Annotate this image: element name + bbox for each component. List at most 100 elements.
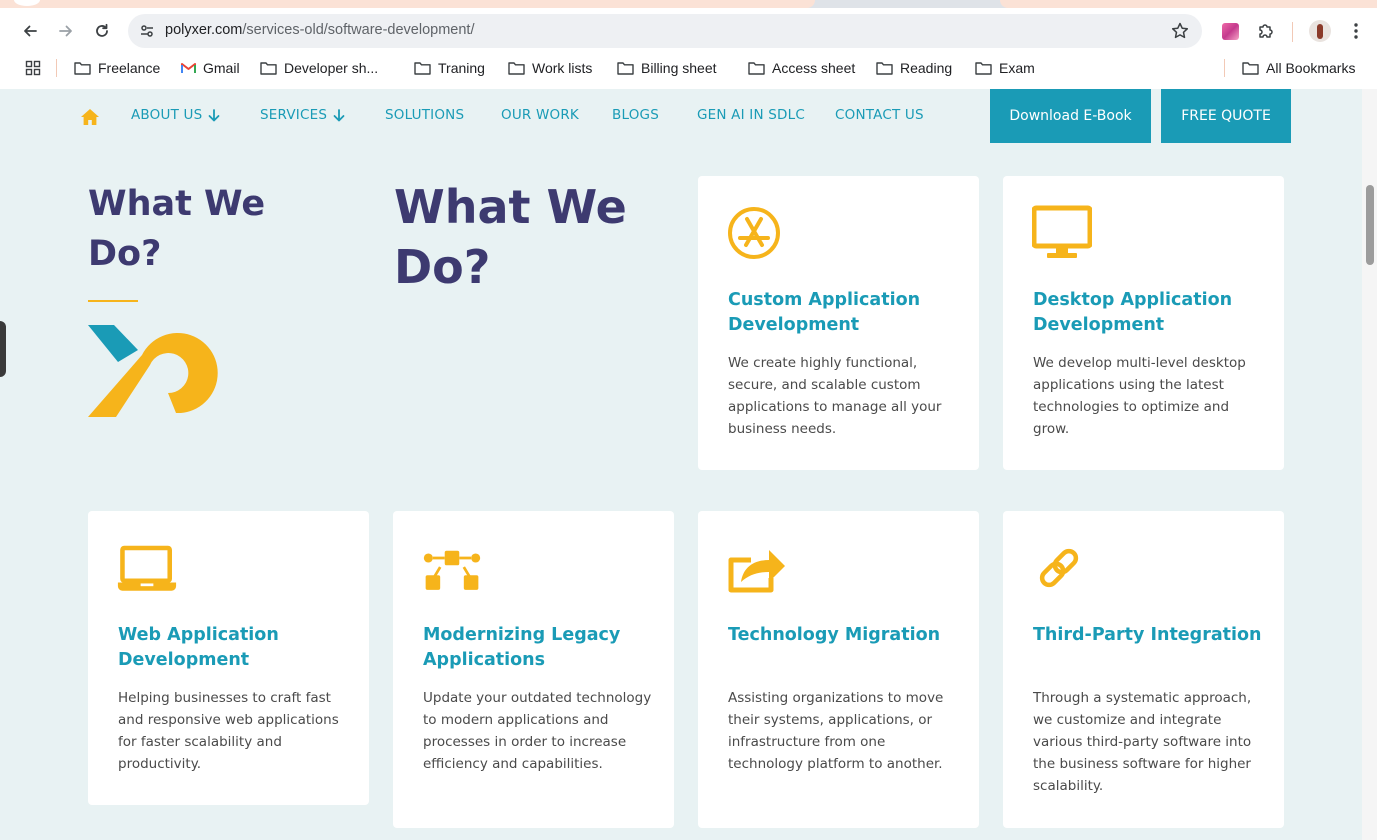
tab-strip: [0, 0, 1377, 8]
nav-label: BLOGS: [612, 107, 659, 123]
all-bookmarks-button[interactable]: All Bookmarks: [1242, 58, 1355, 78]
bookmark-traning[interactable]: Traning: [414, 58, 485, 78]
desktop-monitor-icon: [1032, 205, 1092, 258]
nav-solutions[interactable]: SOLUTIONS: [385, 107, 464, 123]
folder-icon: [876, 62, 893, 75]
nav-gen-ai-in-sdlc[interactable]: GEN AI IN SDLC: [697, 107, 805, 123]
bookmarks-separator: [56, 59, 57, 77]
bookmark-label: Developer sh...: [284, 60, 379, 76]
card-title: Technology Migration: [728, 625, 941, 645]
bookmark-gmail[interactable]: Gmail: [181, 58, 240, 78]
nav-label: GEN AI IN SDLC: [697, 107, 805, 123]
home-icon[interactable]: [80, 108, 100, 126]
bookmark-label: Work lists: [532, 60, 593, 76]
polyxer-logo: [88, 325, 218, 417]
nav-about-us[interactable]: ABOUT US: [131, 107, 220, 123]
scrollbar-thumb[interactable]: [1366, 185, 1374, 265]
card-title: Web Application Development: [118, 625, 279, 670]
folder-icon: [748, 62, 765, 75]
card-description: We create highly functional, secure, and…: [728, 355, 942, 437]
nav-label: SOLUTIONS: [385, 107, 465, 123]
bookmark-freelance[interactable]: Freelance: [74, 58, 160, 78]
site-info-button[interactable]: [135, 19, 159, 43]
main-heading: What We Do?: [394, 180, 627, 294]
bookmark-billing-sheet[interactable]: Billing sheet: [617, 58, 717, 78]
bookmark-reading[interactable]: Reading: [876, 58, 952, 78]
all-bookmarks-label: All Bookmarks: [1266, 60, 1356, 76]
chrome-menu-button[interactable]: [1343, 18, 1369, 44]
bookmark-star-button[interactable]: [1170, 21, 1190, 41]
browser-toolbar: polyxer.com/services-old/software-develo…: [0, 8, 1377, 54]
avatar: [1309, 20, 1331, 42]
bookmark-access-sheet[interactable]: Access sheet: [748, 58, 855, 78]
web-page: ABOUT US SERVICES SOLUTIONS OUR WORK BLO…: [8, 89, 1362, 840]
vector-nodes-icon: [423, 550, 481, 590]
service-card-desktop-application[interactable]: Desktop Application Development We devel…: [1003, 176, 1284, 470]
reload-button[interactable]: [89, 18, 115, 44]
folder-icon: [414, 62, 431, 75]
page-scrollbar[interactable]: [1362, 89, 1377, 840]
bookmark-label: Traning: [438, 60, 485, 76]
bookmark-label: Gmail: [203, 60, 240, 76]
apps-grid-icon: [25, 60, 41, 76]
profile-avatar-button[interactable]: [1307, 18, 1333, 44]
bookmarks-bar: Freelance Gmail Developer sh... Traning …: [0, 54, 1377, 82]
back-button[interactable]: [17, 18, 43, 44]
window-left-edge: [0, 89, 8, 840]
card-description: We develop multi-level desktop applicati…: [1033, 355, 1246, 437]
bookmarks-separator: [1224, 59, 1225, 77]
free-quote-button[interactable]: FREE QUOTE: [1161, 89, 1291, 143]
card-title: Third-Party Integration: [1033, 625, 1262, 645]
apps-button[interactable]: [25, 58, 41, 78]
arrow-down-icon: [333, 108, 345, 121]
extensions-menu-button[interactable]: [1253, 18, 1279, 44]
url-path: /services-old/software-development/: [242, 22, 475, 38]
bookmark-exam[interactable]: Exam: [975, 58, 1035, 78]
service-card-third-party-integration[interactable]: Third-Party Integration Through a system…: [1003, 511, 1284, 828]
link-icon: [1039, 548, 1079, 588]
service-card-web-application[interactable]: Web Application Development Helping busi…: [88, 511, 369, 805]
card-description: Through a systematic approach, we custom…: [1033, 690, 1252, 794]
bookmark-work-lists[interactable]: Work lists: [508, 58, 592, 78]
card-description: Update your outdated technology to moder…: [423, 690, 652, 772]
bookmark-label: Exam: [999, 60, 1035, 76]
active-tab-edge[interactable]: [0, 0, 815, 8]
nav-label: ABOUT US: [131, 107, 203, 123]
side-heading: What We Do?: [88, 184, 266, 274]
extension-button[interactable]: [1217, 18, 1243, 44]
puzzle-icon: [1259, 24, 1273, 38]
toolbar-separator: [1292, 22, 1293, 42]
bookmark-label: Freelance: [98, 60, 161, 76]
gmail-icon: [181, 63, 196, 73]
reload-icon: [96, 23, 108, 37]
heading-underline: [88, 300, 138, 302]
app-store-icon: [728, 207, 780, 259]
card-title: Custom Application Development: [728, 290, 921, 335]
nav-blogs[interactable]: BLOGS: [612, 107, 659, 123]
folder-icon: [508, 62, 525, 75]
card-description: Assisting organizations to move their sy…: [728, 690, 944, 772]
service-card-modernizing-legacy[interactable]: Modernizing Legacy Applications Update y…: [393, 511, 674, 828]
address-bar[interactable]: polyxer.com/services-old/software-develo…: [128, 14, 1202, 48]
side-panel-handle[interactable]: [0, 321, 6, 377]
folder-icon: [1242, 62, 1259, 75]
laptop-icon: [117, 545, 177, 591]
url-text[interactable]: polyxer.com/services-old/software-develo…: [165, 22, 474, 38]
nav-label: OUR WORK: [501, 107, 579, 123]
nav-services[interactable]: SERVICES: [260, 107, 345, 123]
bookmark-label: Billing sheet: [641, 60, 717, 76]
other-tab-edge[interactable]: [1000, 0, 1377, 8]
bookmark-developer-sheet[interactable]: Developer sh...: [260, 58, 378, 78]
service-card-technology-migration[interactable]: Technology Migration Assisting organizat…: [698, 511, 979, 828]
card-description: Helping businesses to craft fast and res…: [118, 690, 339, 772]
bookmark-label: Access sheet: [772, 60, 856, 76]
share-arrow-icon: [728, 550, 785, 593]
back-arrow-icon: [24, 25, 37, 37]
service-card-custom-application[interactable]: Custom Application Development We create…: [698, 176, 979, 470]
forward-button[interactable]: [53, 18, 79, 44]
nav-contact-us[interactable]: CONTACT US: [835, 107, 924, 123]
download-ebook-button[interactable]: Download E-Book: [990, 89, 1151, 143]
nav-our-work[interactable]: OUR WORK: [501, 107, 579, 123]
nav-label: CONTACT US: [835, 107, 924, 123]
folder-icon: [74, 62, 91, 75]
